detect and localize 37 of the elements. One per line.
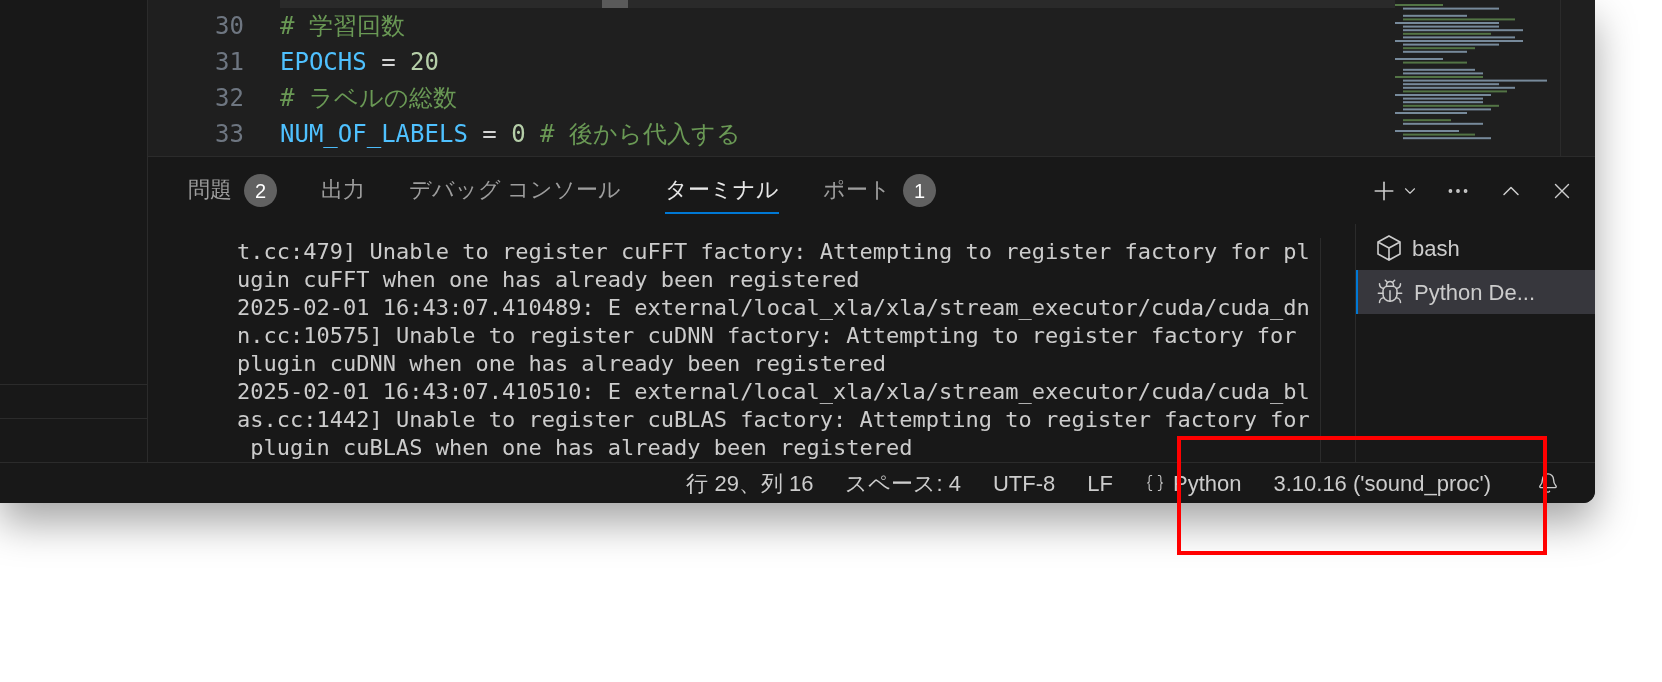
line-number: 33 <box>214 119 244 150</box>
panel-tab[interactable]: 出力 <box>321 167 365 214</box>
status-item[interactable]: LF <box>1087 466 1113 500</box>
panel-tab[interactable]: デバッグ コンソール <box>409 167 622 214</box>
code-line: # ラベルの総数 <box>280 83 457 114</box>
status-item[interactable]: 行 29、列 16 <box>686 466 814 500</box>
code-line: EPOCHS = 20 <box>280 47 439 78</box>
cube-icon <box>1376 234 1402 262</box>
panel-tab[interactable]: ポート <box>823 167 892 214</box>
terminal-line: as.cc:1442] Unable to register cuBLAS factory: Attempting to register factory for <box>237 406 1310 434</box>
terminal-line: 2025-02-01 16:43:07.410489: E external/local_xla/xla/stream_executor/cuda/cuda_dn <box>237 294 1310 322</box>
count-badge: 1 <box>903 174 937 207</box>
status-item[interactable]: UTF-8 <box>992 466 1056 500</box>
panel-tab[interactable]: ターミナル <box>665 167 780 214</box>
line-number: 31 <box>214 47 244 78</box>
terminal-line: n.cc:10575] Unable to register cuDNN factory: Attempting to register factory for <box>237 322 1297 350</box>
code-line: NUM_OF_LABELS = 0 # 後から代入する <box>280 119 741 150</box>
status-item[interactable]: スペース: 4 <box>845 466 961 500</box>
terminal-line: plugin cuDNN when one has already been registered <box>237 350 886 378</box>
bell-icon[interactable] <box>1537 472 1559 494</box>
status-item[interactable]: 3.10.16 ('sound_proc') <box>1273 466 1491 500</box>
terminal-list-item[interactable]: bash <box>1356 226 1595 270</box>
braces-icon[interactable] <box>1144 473 1165 493</box>
terminal-name: Python De... <box>1414 278 1536 307</box>
line-number: 30 <box>214 11 244 42</box>
line-number: 32 <box>214 83 244 114</box>
terminal-line: ugin cuFFT when one has already been registered <box>237 266 860 294</box>
terminal-line: plugin cuBLAS when one has already been registered <box>249 434 913 462</box>
terminal-line: 2025-02-01 16:43:07.410510: E external/local_xla/xla/stream_executor/cuda/cuda_bl <box>237 378 1310 406</box>
code-line: # 学習回数 <box>280 11 405 42</box>
terminal-name: bash <box>1412 234 1460 263</box>
count-badge: 2 <box>244 174 277 207</box>
scrollbar-thumb[interactable] <box>602 0 628 8</box>
terminal-line: t.cc:479] Unable to register cuFFT factory: Attempting to register factory for pl <box>237 238 1310 266</box>
bug-icon <box>1376 278 1404 306</box>
terminal-list-item[interactable]: Python De... <box>1356 270 1595 314</box>
panel-tab[interactable]: 問題 <box>188 167 232 214</box>
